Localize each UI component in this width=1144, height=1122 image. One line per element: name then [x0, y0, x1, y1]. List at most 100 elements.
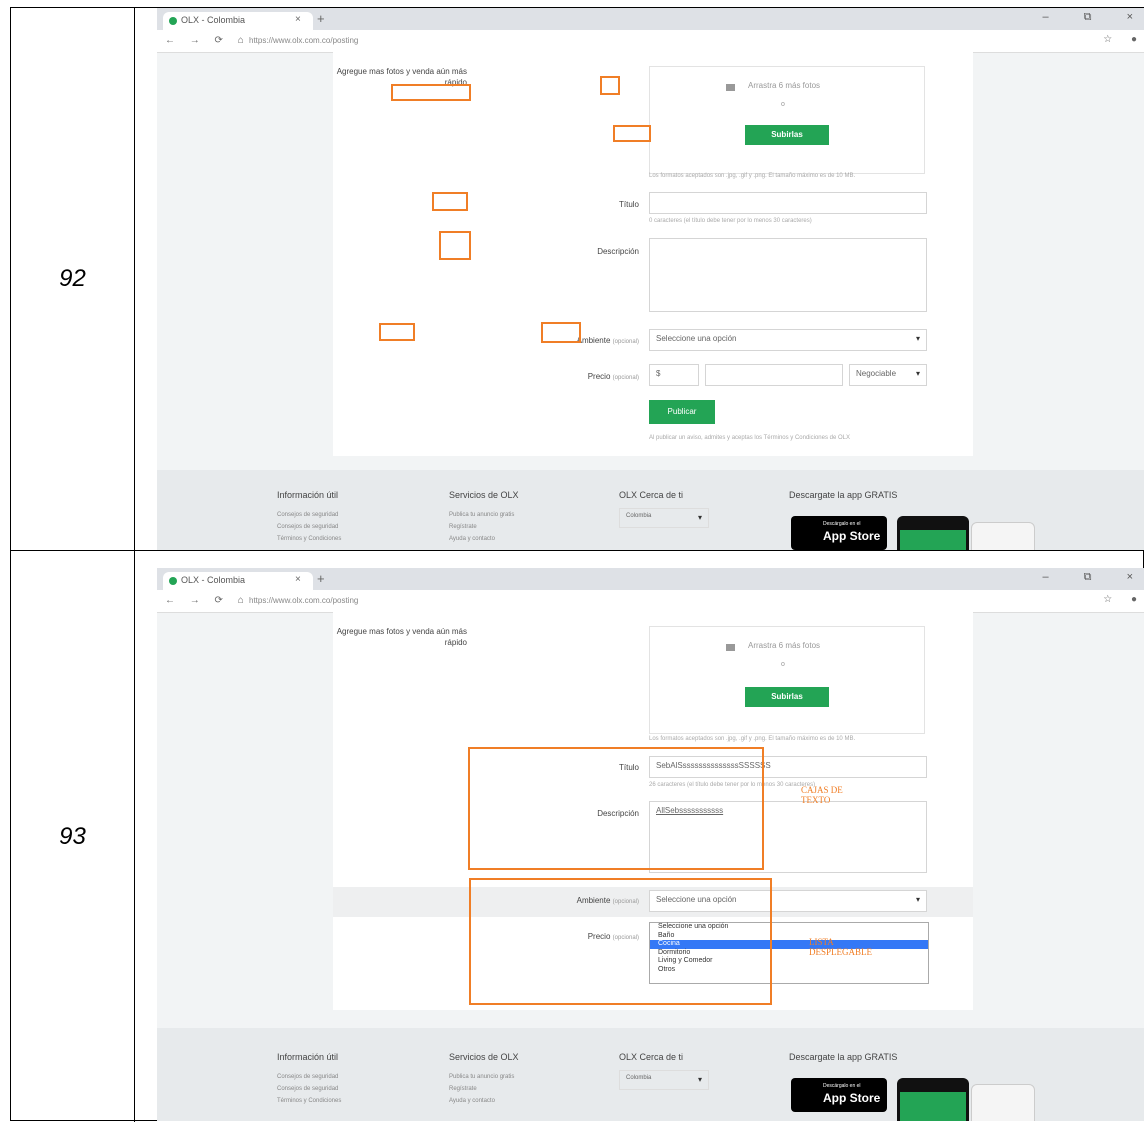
footer-link[interactable]: Términos y Condiciones: [277, 1098, 341, 1104]
appstore-badge[interactable]: Descárgalo en el App Store: [791, 516, 887, 550]
camera-icon: [726, 84, 735, 91]
footer-col-services: Servicios de OLX Publica tu anuncio grat…: [449, 1052, 519, 1107]
close-tab-icon[interactable]: ×: [295, 574, 301, 585]
footer-col-info: Información útil Consejos de seguridad Co…: [277, 490, 341, 545]
footer-links[interactable]: Consejos de seguridad Consejos de segurid…: [277, 509, 341, 545]
negotiable-select[interactable]: Negociable ▾: [849, 364, 927, 386]
photo-upload-area[interactable]: Arrastra 6 más fotos o: [649, 66, 925, 174]
chevron-down-icon: ▾: [915, 895, 920, 904]
photo-upload-area[interactable]: Arrastra 6 más fotos o: [649, 626, 925, 734]
footer-links[interactable]: Publica tu anuncio gratis Regístrate Ayuda…: [449, 1071, 519, 1107]
footer-link[interactable]: Publica tu anuncio gratis: [449, 512, 514, 518]
chevron-down-icon: ▾: [915, 369, 920, 378]
title-input[interactable]: [649, 192, 927, 214]
footer-col-app: Descargate la app GRATIS: [789, 1052, 897, 1062]
precio-label-text: Precio: [587, 372, 611, 381]
footer-col-title: Descargate la app GRATIS: [789, 490, 898, 500]
footer-link[interactable]: Consejos de seguridad: [277, 524, 338, 530]
row-number: 93: [11, 551, 135, 1122]
table-row-92: 92 OLX - Colombia × + – ⧉ × ← → ⟳ ⌂ http…: [11, 8, 1144, 551]
highlight-box: [432, 192, 468, 211]
title-hint: 0 caracteres (el título debe tener por l…: [649, 218, 812, 224]
appstore-label: App Store: [823, 1091, 881, 1105]
footer-link[interactable]: Regístrate: [449, 524, 477, 530]
screenshot-olx-posting: OLX - Colombia × + – ⧉ × ← → ⟳ ⌂ https:/…: [157, 568, 1144, 1121]
tab-title: OLX - Colombia: [181, 575, 246, 585]
address-bar: ← → ⟳ ⌂ https://www.olx.com.co/posting ☆…: [157, 30, 1144, 53]
row-number: 92: [11, 8, 135, 550]
highlight-box: [541, 322, 581, 343]
tab-title: OLX - Colombia: [181, 15, 246, 25]
profile-icon[interactable]: ☆ ●: [1103, 594, 1144, 605]
footer-links[interactable]: Consejos de seguridad Consejos de segurid…: [277, 1071, 341, 1107]
appstore-badge[interactable]: Descárgalo en el App Store: [791, 1078, 887, 1112]
footer-col-title: OLX Cerca de ti: [619, 490, 684, 500]
phone-image: [971, 522, 1035, 550]
negotiable-value: Negociable: [856, 369, 897, 378]
footer-col-info: Información útil Consejos de seguridad Co…: [277, 1052, 341, 1107]
upload-hint: Los formatos aceptados son .jpg, .gif y …: [649, 173, 856, 179]
footer-link[interactable]: Consejos de seguridad: [277, 1074, 338, 1080]
ambiente-select-value: Seleccione una opción: [656, 334, 737, 343]
annotation-text-boxes: CAJAS DE TEXTO: [801, 785, 843, 805]
olx-favicon-icon: [169, 17, 177, 25]
profile-icon[interactable]: ☆ ●: [1103, 34, 1144, 45]
url-field[interactable]: https://www.olx.com.co/posting: [249, 596, 358, 605]
phone-image: [897, 516, 969, 550]
footer-col-title: OLX Cerca de ti: [619, 1052, 684, 1062]
highlight-box: [613, 125, 651, 142]
chevron-down-icon: ▾: [915, 334, 920, 343]
upload-button[interactable]: Subirlas: [745, 125, 829, 145]
nav-buttons[interactable]: ← → ⟳ ⌂: [165, 35, 250, 46]
title-label: Título: [618, 200, 639, 209]
footer-col-title: Servicios de OLX: [449, 1052, 519, 1062]
description-label: Descripción: [597, 247, 639, 256]
footer-col-app: Descargate la app GRATIS: [789, 490, 897, 500]
price-input[interactable]: [705, 364, 843, 386]
description-textarea[interactable]: [649, 238, 927, 312]
nav-buttons[interactable]: ← → ⟳ ⌂: [165, 595, 250, 606]
phone-image: [971, 1084, 1035, 1121]
publish-button[interactable]: Publicar: [649, 400, 715, 424]
window-controls[interactable]: – ⧉ ×: [1042, 571, 1144, 584]
country-select[interactable]: Colombia ▾: [619, 508, 709, 528]
footer-link[interactable]: Ayuda y contacto: [449, 536, 495, 542]
highlight-box: [468, 747, 764, 870]
footer-col-nearby: OLX Cerca de ti Colombia ▾: [619, 490, 709, 528]
footer-link[interactable]: Consejos de seguridad: [277, 1086, 338, 1092]
address-bar: ← → ⟳ ⌂ https://www.olx.com.co/posting ☆…: [157, 590, 1144, 613]
footer-link[interactable]: Publica tu anuncio gratis: [449, 1074, 514, 1080]
footer-links[interactable]: Publica tu anuncio gratis Regístrate Ayuda…: [449, 509, 519, 545]
footer-link[interactable]: Términos y Condiciones: [277, 536, 341, 542]
browser-tab[interactable]: OLX - Colombia ×: [163, 12, 313, 30]
highlight-box: [439, 231, 471, 260]
footer-link[interactable]: Regístrate: [449, 1086, 477, 1092]
appstore-small: Descárgalo en el: [823, 521, 861, 527]
site-footer: Información útil Consejos de seguridad Co…: [157, 470, 1144, 550]
camera-icon: [726, 644, 735, 651]
close-tab-icon[interactable]: ×: [295, 14, 301, 25]
country-select[interactable]: Colombia ▾: [619, 1070, 709, 1090]
upload-button[interactable]: Subirlas: [745, 687, 829, 707]
url-field[interactable]: https://www.olx.com.co/posting: [249, 36, 358, 45]
browser-tab[interactable]: OLX - Colombia ×: [163, 572, 313, 590]
currency-field[interactable]: $: [649, 364, 699, 386]
window-controls[interactable]: – ⧉ ×: [1042, 11, 1144, 24]
optional-tag: (opcional): [612, 339, 639, 345]
posting-form: Agregue mas fotos y venda aún más rápido…: [333, 52, 973, 456]
footer-link[interactable]: Ayuda y contacto: [449, 1098, 495, 1104]
upload-or: o: [781, 661, 785, 668]
ambiente-select[interactable]: Seleccione una opción ▾: [649, 329, 927, 351]
footer-col-title: Descargate la app GRATIS: [789, 1052, 898, 1062]
optional-tag: (opcional): [612, 375, 639, 381]
footer-col-services: Servicios de OLX Publica tu anuncio grat…: [449, 490, 519, 545]
chevron-down-icon: ▾: [697, 1075, 702, 1084]
new-tab-icon[interactable]: +: [317, 571, 325, 586]
precio-label: Precio (opcional): [333, 372, 639, 381]
screenshot-olx-posting: OLX - Colombia × + – ⧉ × ← → ⟳ ⌂ https:/…: [157, 8, 1144, 550]
terms-text: Al publicar un aviso, admites y aceptas …: [649, 435, 850, 441]
olx-favicon-icon: [169, 577, 177, 585]
new-tab-icon[interactable]: +: [317, 11, 325, 26]
footer-link[interactable]: Consejos de seguridad: [277, 512, 338, 518]
highlight-box: [391, 84, 471, 101]
